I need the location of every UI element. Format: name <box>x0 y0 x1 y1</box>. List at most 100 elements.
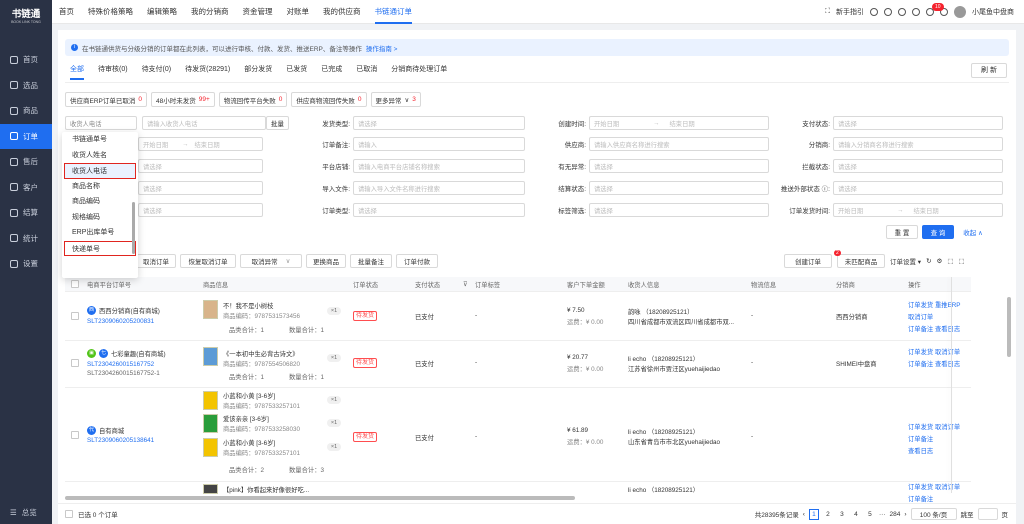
order-number-link[interactable]: SLT2309060205138641 <box>87 437 154 444</box>
guide-icon[interactable]: ⛶ <box>825 8 830 16</box>
filter-select-4a[interactable]: 请选择 <box>138 181 263 195</box>
abnormal-select[interactable]: 请选择 <box>589 159 769 173</box>
page-last[interactable]: 284 <box>889 511 900 518</box>
next-page[interactable]: › <box>904 511 906 518</box>
page-2[interactable]: 2 <box>823 509 833 520</box>
query-button[interactable]: 查 询 <box>922 225 954 239</box>
option-erp-outbound[interactable]: ERP出库单号 <box>62 225 138 241</box>
order-remark-link[interactable]: 订单备注 <box>908 326 933 333</box>
tab-pending-ship[interactable]: 待发货(28291) <box>185 63 230 77</box>
order-remark-link[interactable]: 订单备注 <box>908 436 933 443</box>
tab-all[interactable]: 全部 <box>70 63 84 80</box>
footer-select-checkbox[interactable] <box>65 510 73 518</box>
topnav-edit-strategy[interactable]: 编辑策略 <box>140 0 184 24</box>
sidebar-item-orders[interactable]: 订单 <box>0 123 52 149</box>
push-select[interactable]: 请选择 <box>833 181 1003 195</box>
filter-select-3a[interactable]: 请选择 <box>138 159 263 173</box>
search-input[interactable]: 请输入收货人电话 <box>142 116 266 130</box>
qtag-erp-cancelled[interactable]: 供应商ERP订单已取消 0 <box>65 92 147 107</box>
intercept-select[interactable]: 请选择 <box>833 159 1003 173</box>
collapse-button[interactable]: 收起 ∧ <box>958 225 988 239</box>
sidebar-item-select[interactable]: 选品 <box>0 73 52 99</box>
dropdown-scrollbar[interactable] <box>132 202 135 254</box>
jump-input[interactable] <box>977 508 998 520</box>
order-remark-link[interactable]: 订单备注 <box>908 496 933 503</box>
share-icon[interactable]: ⬚ <box>959 257 965 265</box>
option-receiver-name[interactable]: 收货人姓名 <box>62 148 138 164</box>
ship-order-link[interactable]: 订单发货 <box>908 302 933 309</box>
unmatched-goods-button[interactable]: 未匹配商品 2 <box>834 250 885 268</box>
topnav-funds[interactable]: 资金管理 <box>236 0 280 24</box>
sidebar-item-stats[interactable]: 统计 <box>0 226 52 252</box>
ship-order-link[interactable]: 订单发货 <box>908 349 933 356</box>
reset-button[interactable]: 重 置 <box>886 225 918 239</box>
download-icon[interactable] <box>870 8 878 16</box>
order-remark-link[interactable]: 订单备注 <box>908 361 933 368</box>
guide-doc-link[interactable]: 操作指南 > <box>366 43 398 53</box>
qtag-logistics-fail[interactable]: 物流回传平台失败 0 <box>218 92 288 107</box>
prev-page[interactable]: ‹ <box>803 511 805 518</box>
ship-time-range[interactable]: 开始日期 → 结束日期 <box>833 203 1003 217</box>
topnav-statements[interactable]: 对账单 <box>280 0 317 24</box>
filter-icon[interactable]: ⊽ <box>463 281 468 288</box>
horizontal-scrollbar[interactable] <box>65 496 575 500</box>
filter-select-5a[interactable]: 请选择 <box>138 203 263 217</box>
cancel-order-link[interactable]: 取消订单 <box>935 424 960 431</box>
qtag-48h-unshipped[interactable]: 48小时未发货 99+ <box>151 92 215 107</box>
order-settings-dropdown[interactable]: 订单设置 ▾ <box>890 256 921 266</box>
option-goods-name[interactable]: 商品名称 <box>62 179 138 195</box>
tab-cancelled[interactable]: 已取消 <box>356 63 377 77</box>
app-logo[interactable]: 书链通 BOOK LINK TONG <box>0 0 52 30</box>
topnav-my-distributors[interactable]: 我的分销商 <box>184 0 236 24</box>
export-icon[interactable]: ⬚ <box>947 257 953 265</box>
sidebar-overview[interactable]: ☰ 总览 <box>10 507 37 518</box>
search-type-select[interactable]: 收货人电话 <box>65 116 137 130</box>
goods-name[interactable]: 不！我不是小树枝 <box>223 301 273 310</box>
shop-input[interactable]: 请输入电商平台店铺名称搜索 <box>353 159 525 173</box>
topnav-home[interactable]: 首页 <box>52 0 81 24</box>
create-order-button[interactable]: 创建订单 <box>784 254 832 268</box>
option-express-number[interactable]: 快递单号 <box>64 240 136 256</box>
order-number-link[interactable]: SLT2304260015167752 <box>87 361 154 368</box>
tab-distributor-pending[interactable]: 分销商待处理订单 <box>391 63 447 77</box>
option-slt-number[interactable]: 书链通单号 <box>62 132 138 148</box>
batch-remark-button[interactable]: 批量备注 <box>350 254 392 268</box>
qtag-more-abnormal[interactable]: 更多异常 ∨ 3 <box>370 92 421 107</box>
tab-shipped[interactable]: 已发货 <box>286 63 307 77</box>
option-goods-code[interactable]: 商品编码 <box>62 194 138 210</box>
goods-name[interactable]: 小蓝和小黄 [3-6岁] <box>223 391 275 400</box>
tab-partial-ship[interactable]: 部分发货 <box>244 63 272 77</box>
select-all-checkbox[interactable] <box>71 280 79 288</box>
page-1[interactable]: 1 <box>808 508 819 520</box>
goods-name[interactable]: 爱该亲亲 [3-6岁] <box>223 414 269 423</box>
goods-name[interactable]: 【pink】你看起来好像很好吃... <box>223 485 309 494</box>
page-3[interactable]: 3 <box>837 509 847 520</box>
view-log-link[interactable]: 查看日志 <box>935 361 960 368</box>
tab-pending-pay[interactable]: 待支付(0) <box>142 63 172 77</box>
ship-order-link[interactable]: 订单发货 <box>908 424 933 431</box>
sidebar-item-home[interactable]: 首页 <box>0 47 52 73</box>
help-icon[interactable] <box>912 8 920 16</box>
guide-link[interactable]: 新手指引 <box>836 7 864 17</box>
topnav-orders[interactable]: 书链通订单 <box>368 0 420 24</box>
page-size-select[interactable]: 100 条/页 <box>910 508 957 520</box>
create-time-range[interactable]: 开始日期 → 结束日期 <box>589 116 769 130</box>
order-number-link[interactable]: SLT2309060205200831 <box>87 318 154 325</box>
settle-select[interactable]: 请选择 <box>589 181 769 195</box>
goods-name[interactable]: 《一本初中生必背古诗文》 <box>223 349 299 358</box>
option-receiver-phone[interactable]: 收货人电话 <box>64 163 136 179</box>
date-range-2[interactable]: 开始日期 → 结束日期 <box>138 137 263 151</box>
sidebar-item-customer[interactable]: 客户 <box>0 175 52 201</box>
cancel-abnormal-button[interactable]: 取消异常 ∨ <box>240 254 302 268</box>
headset-icon[interactable] <box>898 8 906 16</box>
row-checkbox[interactable] <box>71 359 79 367</box>
favorite-icon[interactable] <box>884 8 892 16</box>
import-input[interactable]: 请输入导入文件名称进行搜索 <box>353 181 525 195</box>
row-checkbox[interactable] <box>71 431 79 439</box>
tab-pending-review[interactable]: 待审核(0) <box>98 63 128 77</box>
cancel-order-link[interactable]: 取消订单 <box>935 484 960 491</box>
goods-name[interactable]: 小蓝和小黄 [3-6岁] <box>223 438 275 447</box>
avatar[interactable] <box>954 6 966 18</box>
supplier-input[interactable]: 请输入供应商名称进行搜索 <box>589 137 769 151</box>
row-checkbox[interactable] <box>71 312 79 320</box>
